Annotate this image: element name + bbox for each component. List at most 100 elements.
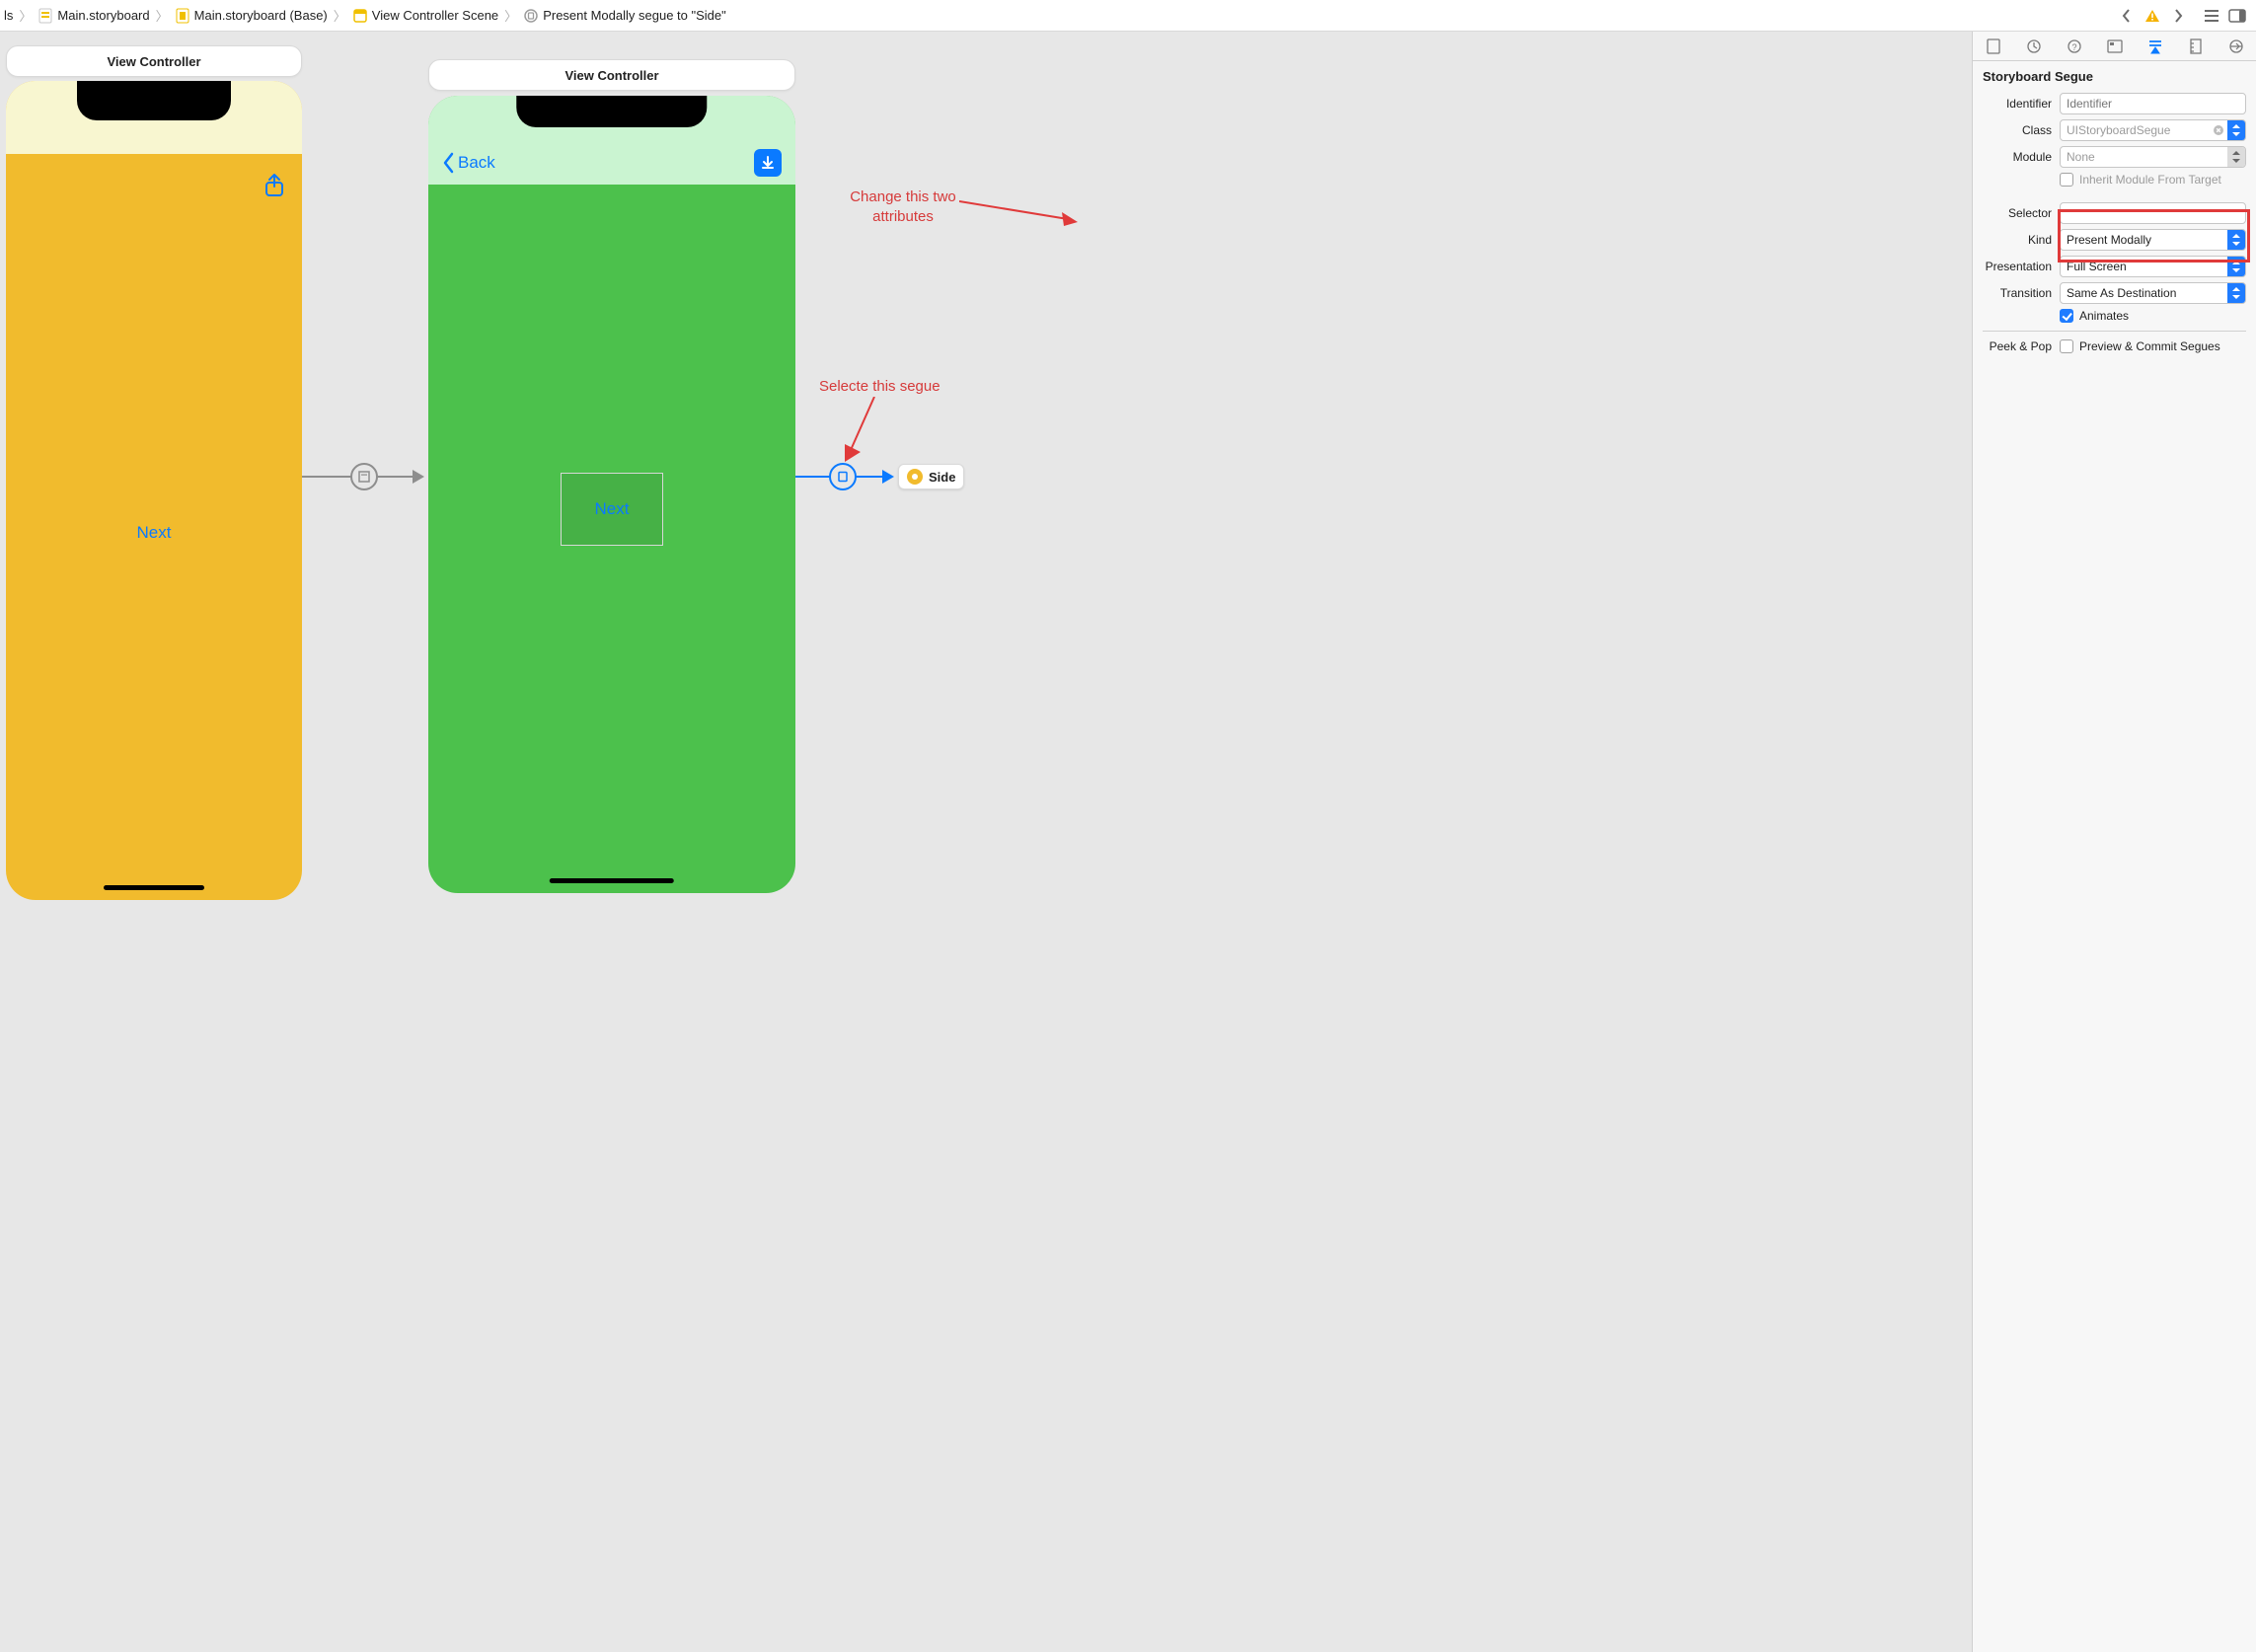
scene-icon: [352, 8, 368, 24]
checkbox-inherit-module[interactable]: [2060, 173, 2073, 187]
combo-presentation-value: Full Screen: [2061, 260, 2227, 273]
main-split: View Controller Next: [0, 32, 2256, 1652]
back-label: Back: [458, 153, 495, 173]
breadcrumb-seg-base[interactable]: Main.storyboard (Base): [171, 8, 332, 24]
outline-toggle-icon[interactable]: [2201, 5, 2222, 27]
input-selector[interactable]: [2060, 202, 2246, 224]
combo-caret-icon[interactable]: [2227, 230, 2245, 250]
segue1-arrowhead-icon: [413, 470, 424, 484]
breadcrumb-label: Present Modally segue to "Side": [543, 8, 726, 23]
back-button[interactable]: Back: [442, 152, 495, 174]
canvas-area[interactable]: View Controller Next: [0, 32, 1972, 1652]
combo-module[interactable]: None: [2060, 146, 2246, 168]
breadcrumb-label: View Controller Scene: [372, 8, 498, 23]
label-peekpop-value: Preview & Commit Segues: [2079, 339, 2220, 353]
vc1-header[interactable]: View Controller: [6, 45, 302, 77]
combo-class[interactable]: UIStoryboardSegue: [2060, 119, 2246, 141]
label-selector: Selector: [1983, 206, 2060, 220]
breadcrumb: ls 〉 Main.storyboard 〉 Main.storyboard (…: [0, 6, 2112, 25]
annotation-attributes: Change this two attributes: [844, 188, 962, 226]
vc2-phone[interactable]: Back Next: [428, 96, 795, 893]
checkbox-animates[interactable]: [2060, 309, 2073, 323]
label-peekpop: Peek & Pop: [1983, 339, 2060, 353]
breadcrumb-separator: 〉: [17, 6, 34, 25]
svg-text:?: ?: [2071, 42, 2076, 52]
breadcrumb-label: Main.storyboard: [57, 8, 149, 23]
issues-warning-icon[interactable]: [2142, 5, 2163, 27]
annotation-text: Selecte this segue: [819, 378, 940, 395]
row-class: Class UIStoryboardSegue: [1983, 119, 2246, 141]
breadcrumb-separator: 〉: [332, 6, 348, 25]
inspector-tab-help[interactable]: ?: [2054, 32, 2094, 60]
home-indicator-icon: [104, 885, 204, 890]
combo-class-value: UIStoryboardSegue: [2061, 123, 2210, 137]
home-indicator-icon: [550, 878, 674, 883]
inspector-tab-size[interactable]: [2175, 32, 2216, 60]
breadcrumb-seg-segue[interactable]: Present Modally segue to "Side": [519, 8, 730, 24]
checkbox-peek-pop[interactable]: [2060, 339, 2073, 353]
row-animates: Animates: [1983, 309, 2246, 323]
inspector-tab-history[interactable]: [2013, 32, 2054, 60]
row-inherit: Inherit Module From Target: [1983, 173, 2246, 187]
inspector-tab-identity[interactable]: [2094, 32, 2135, 60]
combo-caret-icon[interactable]: [2227, 120, 2245, 140]
row-module: Module None: [1983, 146, 2246, 168]
vc1-phone[interactable]: Next: [6, 81, 302, 900]
input-identifier[interactable]: [2060, 93, 2246, 114]
row-selector: Selector: [1983, 202, 2246, 224]
label-presentation: Presentation: [1983, 260, 2060, 273]
assistant-toggle-icon[interactable]: [2226, 5, 2248, 27]
vc2-nav-row: Back: [428, 149, 795, 177]
combo-module-value: None: [2061, 150, 2227, 164]
nav-forward-button[interactable]: [2167, 5, 2189, 27]
inspector-tab-attributes[interactable]: [2135, 32, 2175, 60]
label-animates: Animates: [2079, 309, 2129, 323]
annotation-line1: Change this two: [850, 188, 956, 205]
label-identifier: Identifier: [1983, 97, 2060, 111]
inspector-panel: ? Storyboard Segue Identifier Class UISt…: [1972, 32, 2256, 1652]
breadcrumb-seg-project[interactable]: ls: [0, 8, 17, 23]
annotation-segue-arrow-icon: [845, 397, 884, 466]
label-kind: Kind: [1983, 233, 2060, 247]
notch-icon: [77, 81, 231, 120]
combo-transition-value: Same As Destination: [2061, 286, 2227, 300]
container-label: Next: [595, 499, 630, 519]
label-transition: Transition: [1983, 286, 2060, 300]
annotation-segue: Selecte this segue: [819, 377, 940, 397]
nav-back-button[interactable]: [2116, 5, 2138, 27]
combo-caret-icon[interactable]: [2227, 283, 2245, 303]
side-chip-icon: [907, 469, 923, 485]
segue2-node-selected[interactable]: [829, 463, 857, 490]
download-icon[interactable]: [754, 149, 782, 177]
vc1-nav-row: [6, 172, 302, 199]
combo-transition[interactable]: Same As Destination: [2060, 282, 2246, 304]
label-inherit: Inherit Module From Target: [2079, 173, 2221, 187]
editor-toolbar: ls 〉 Main.storyboard 〉 Main.storyboard (…: [0, 0, 2256, 32]
inspector-tab-file[interactable]: [1973, 32, 2013, 60]
annotation-attributes-arrow-icon: [959, 195, 1078, 231]
row-presentation: Presentation Full Screen: [1983, 256, 2246, 277]
row-identifier: Identifier: [1983, 93, 2246, 114]
combo-caret-icon[interactable]: [2227, 147, 2245, 167]
combo-clear-icon[interactable]: [2210, 120, 2227, 140]
breadcrumb-seg-file[interactable]: Main.storyboard: [34, 8, 153, 24]
side-destination-chip[interactable]: Side: [898, 464, 964, 489]
segue-icon: [523, 8, 539, 24]
segue2-arrowhead-icon: [882, 470, 894, 484]
vc2-header[interactable]: View Controller: [428, 59, 795, 91]
segue1-node[interactable]: [350, 463, 378, 490]
storyboard-file-icon: [38, 8, 53, 24]
row-transition: Transition Same As Destination: [1983, 282, 2246, 304]
combo-kind[interactable]: Present Modally: [2060, 229, 2246, 251]
storyboard-canvas[interactable]: View Controller Next: [0, 32, 1972, 1652]
share-icon[interactable]: [261, 172, 288, 199]
breadcrumb-label: Main.storyboard (Base): [194, 8, 328, 23]
inspector-tab-connections[interactable]: [2216, 32, 2256, 60]
vc-title: View Controller: [564, 68, 658, 83]
breadcrumb-seg-scene[interactable]: View Controller Scene: [348, 8, 502, 24]
combo-caret-icon[interactable]: [2227, 257, 2245, 276]
breadcrumb-separator: 〉: [502, 6, 519, 25]
vc2-container-view[interactable]: Next: [561, 473, 663, 546]
combo-presentation[interactable]: Full Screen: [2060, 256, 2246, 277]
vc1-next-button[interactable]: Next: [137, 523, 172, 543]
